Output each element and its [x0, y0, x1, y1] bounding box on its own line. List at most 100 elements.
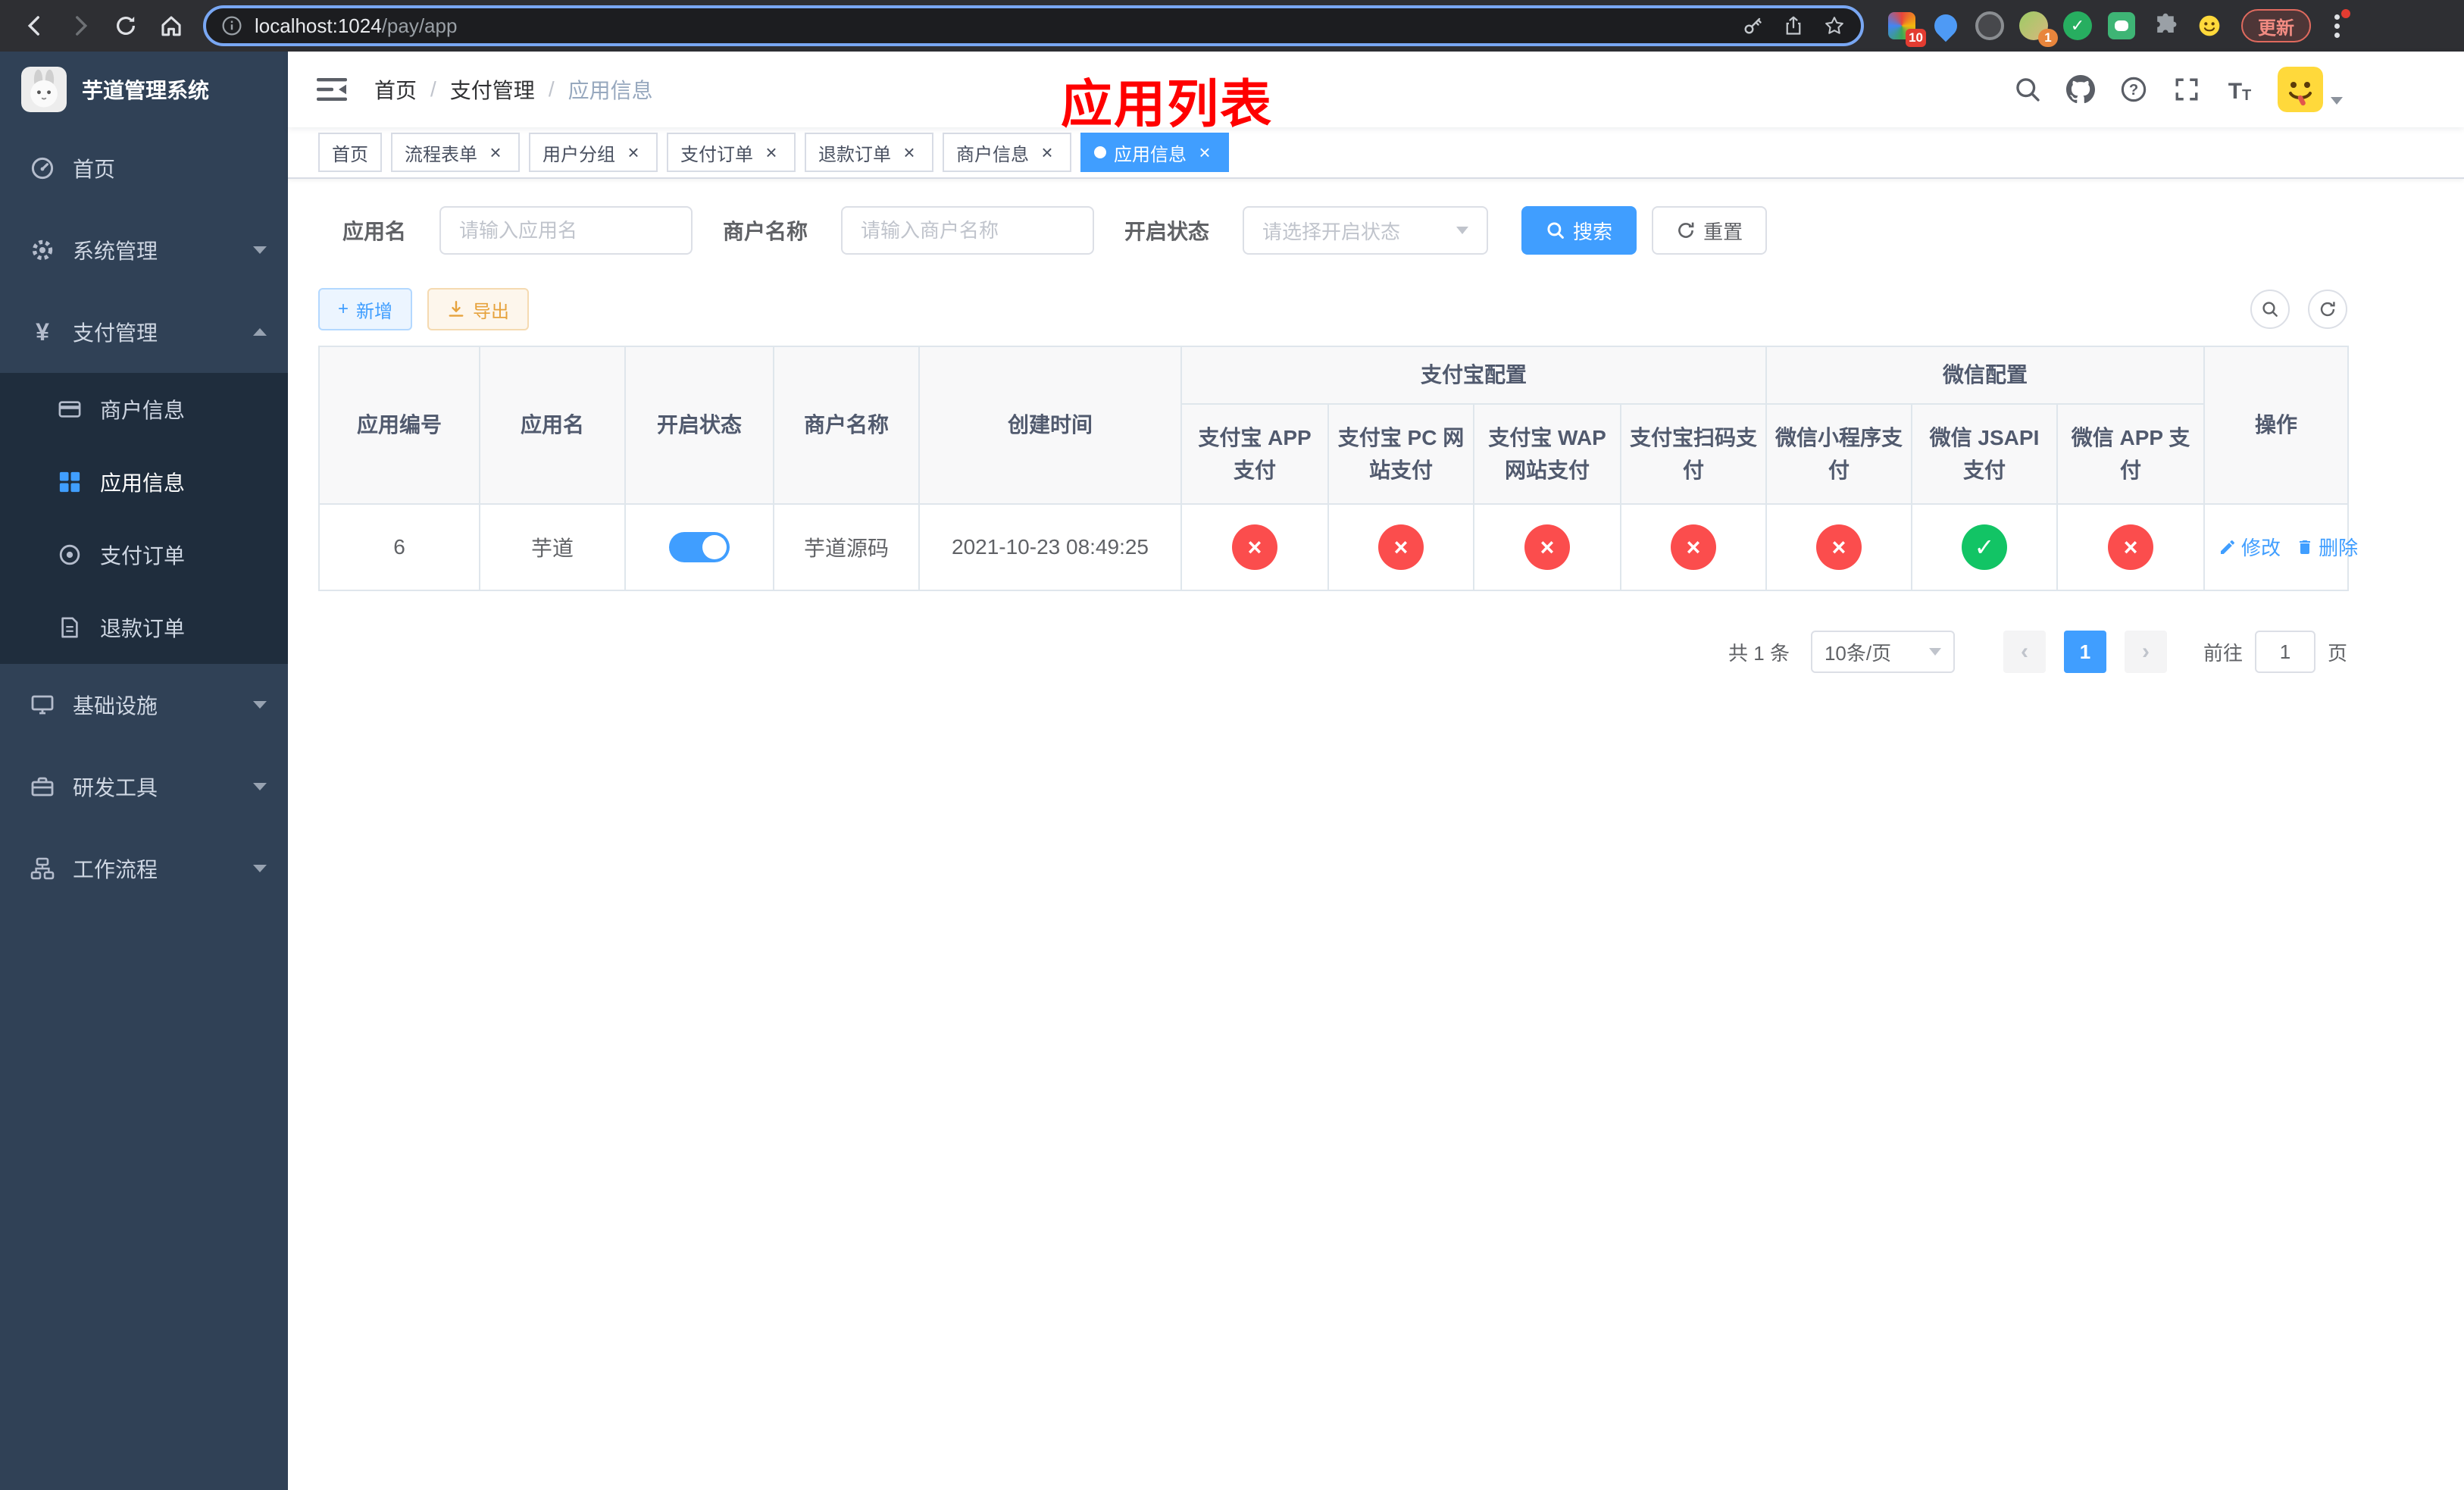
user-avatar[interactable] — [2278, 67, 2323, 112]
delete-button[interactable]: 删除 — [2296, 533, 2358, 561]
close-icon[interactable]: × — [1194, 142, 1215, 163]
app-name-label: 应用名 — [342, 220, 407, 243]
bookmark-star-icon[interactable] — [1823, 14, 1846, 37]
tab-merchant-info[interactable]: 商户信息 × — [943, 133, 1071, 172]
export-button[interactable]: 导出 — [427, 288, 530, 330]
tab-refund-orders[interactable]: 退款订单 × — [805, 133, 933, 172]
column-header-merchant: 商户名称 — [773, 346, 920, 505]
column-header-status: 开启状态 — [624, 346, 774, 505]
column-header-actions: 操作 — [2203, 346, 2350, 505]
password-key-icon[interactable] — [1741, 14, 1764, 37]
close-icon[interactable]: × — [623, 142, 644, 163]
enabled-toggle[interactable] — [669, 532, 730, 562]
refresh-button[interactable] — [2308, 290, 2347, 329]
font-size-icon[interactable]: TT — [2225, 74, 2255, 105]
extension-icon-colorful[interactable]: 10 — [1885, 9, 1926, 47]
sidebar-item-home[interactable]: 首页 — [0, 127, 288, 209]
site-info-icon[interactable] — [221, 15, 242, 36]
tab-app-info[interactable]: 应用信息 × — [1080, 133, 1229, 172]
avatar-extension-badge: 1 — [2038, 29, 2058, 47]
extension-icon-dark-circle[interactable] — [1973, 9, 2006, 42]
extension-icon-green-chat[interactable] — [2105, 9, 2138, 42]
extension-icon-green-circle[interactable]: ✓ — [2061, 9, 2094, 42]
reload-icon[interactable] — [103, 5, 149, 47]
chevron-down-icon — [253, 783, 267, 790]
status-select[interactable]: 请选择开启状态 — [1243, 206, 1489, 255]
address-bar[interactable]: localhost:1024/pay/app — [203, 5, 1864, 46]
app-logo[interactable]: 芋道管理系统 — [0, 52, 288, 127]
tab-process-form[interactable]: 流程表单 × — [391, 133, 520, 172]
group-header-alipay: 支付宝配置 — [1180, 346, 1768, 405]
chevron-down-icon — [253, 246, 267, 254]
workflow-icon — [30, 856, 55, 881]
alipay-wap-status-icon: × — [1524, 524, 1570, 570]
browser-menu-icon[interactable] — [2323, 8, 2350, 44]
extension-icon-blue-drop[interactable] — [1929, 9, 1962, 42]
tab-home[interactable]: 首页 — [318, 133, 382, 172]
wechat-mini-status-icon: × — [1816, 524, 1862, 570]
breadcrumb-current: 应用信息 — [568, 79, 653, 102]
back-icon[interactable] — [12, 5, 58, 47]
user-menu[interactable] — [2278, 67, 2343, 112]
extensions-puzzle-icon[interactable] — [2149, 9, 2182, 42]
app-table: 应用编号 应用名 开启状态 商户名称 创建时间 支付宝配置 微信配置 操作 支付… — [318, 346, 2358, 591]
grid-icon — [58, 470, 82, 494]
column-header-wechat-app: 微信 APP 支付 — [2056, 403, 2206, 505]
github-icon[interactable] — [2065, 74, 2096, 105]
header-actions: ? TT — [2012, 67, 2343, 112]
sidebar-item-infrastructure[interactable]: 基础设施 — [0, 664, 288, 746]
forward-icon[interactable] — [58, 5, 103, 47]
sidebar-toggle-icon[interactable] — [311, 70, 353, 109]
browser-update-button[interactable]: 更新 — [2241, 9, 2311, 42]
sidebar-item-refund-orders[interactable]: 退款订单 — [0, 591, 288, 664]
page-size-select[interactable]: 10条/页 — [1810, 631, 1955, 673]
sidebar-item-payment[interactable]: ¥ 支付管理 — [0, 291, 288, 373]
browser-profile-avatar[interactable] — [2193, 9, 2226, 42]
column-header-wechat-mini: 微信小程序支付 — [1765, 403, 1913, 505]
tab-payment-orders[interactable]: 支付订单 × — [667, 133, 796, 172]
extension-icon-avatar[interactable]: 1 — [2017, 9, 2058, 47]
edit-button[interactable]: 修改 — [2219, 533, 2281, 561]
current-page-button[interactable]: 1 — [2063, 631, 2106, 673]
close-icon[interactable]: × — [899, 142, 920, 163]
share-icon[interactable] — [1782, 14, 1805, 37]
home-icon[interactable] — [149, 5, 194, 47]
app-header: 首页 / 支付管理 / 应用信息 应用列表 ? T T — [288, 52, 2464, 133]
table-toolbar: + 新增 导出 — [318, 288, 2347, 330]
app-name-input[interactable] — [439, 206, 693, 255]
breadcrumb-payment[interactable]: 支付管理 — [450, 74, 535, 105]
merchant-name-label: 商户名称 — [723, 220, 808, 243]
sidebar-item-workflow[interactable]: 工作流程 — [0, 828, 288, 909]
toolbox-icon — [30, 775, 55, 799]
column-header-wechat-jsapi: 微信 JSAPI 支付 — [1911, 403, 2059, 505]
close-icon[interactable]: × — [761, 142, 782, 163]
merchant-name-input[interactable] — [841, 206, 1095, 255]
search-icon[interactable] — [2012, 74, 2043, 105]
close-icon[interactable]: × — [485, 142, 506, 163]
reset-button[interactable]: 重置 — [1652, 206, 1768, 255]
search-button[interactable]: 搜索 — [1521, 206, 1637, 255]
add-button[interactable]: + 新增 — [318, 288, 413, 330]
sidebar-item-merchant-info[interactable]: 商户信息 — [0, 373, 288, 446]
app-title: 芋道管理系统 — [82, 79, 210, 102]
breadcrumb-home[interactable]: 首页 — [374, 74, 417, 105]
column-header-name: 应用名 — [479, 346, 626, 505]
gear-icon — [30, 238, 55, 262]
sidebar-item-payment-orders[interactable]: 支付订单 — [0, 518, 288, 591]
toggle-search-button[interactable] — [2250, 290, 2290, 329]
fullscreen-icon[interactable] — [2172, 74, 2202, 105]
logo-rabbit-icon — [21, 67, 67, 112]
chevron-down-icon — [2331, 97, 2343, 105]
sidebar-item-system[interactable]: 系统管理 — [0, 209, 288, 291]
sidebar-item-app-info[interactable]: 应用信息 — [0, 446, 288, 518]
prev-page-button[interactable]: ‹ — [2003, 631, 2046, 673]
help-icon[interactable]: ? — [2118, 74, 2149, 105]
table-row: 6 芋道 芋道源码 2021-10-23 08:49:25 × × × × × — [318, 503, 2358, 591]
close-icon[interactable]: × — [1037, 142, 1058, 163]
tab-user-group[interactable]: 用户分组 × — [529, 133, 658, 172]
status-label: 开启状态 — [1124, 220, 1210, 243]
next-page-button[interactable]: › — [2124, 631, 2167, 673]
goto-page-input[interactable] — [2254, 631, 2315, 673]
sidebar-item-dev-tools[interactable]: 研发工具 — [0, 746, 288, 828]
screen: localhost:1024/pay/app 10 1 ✓ 更新 芋道管理系统 … — [0, 0, 2464, 1490]
